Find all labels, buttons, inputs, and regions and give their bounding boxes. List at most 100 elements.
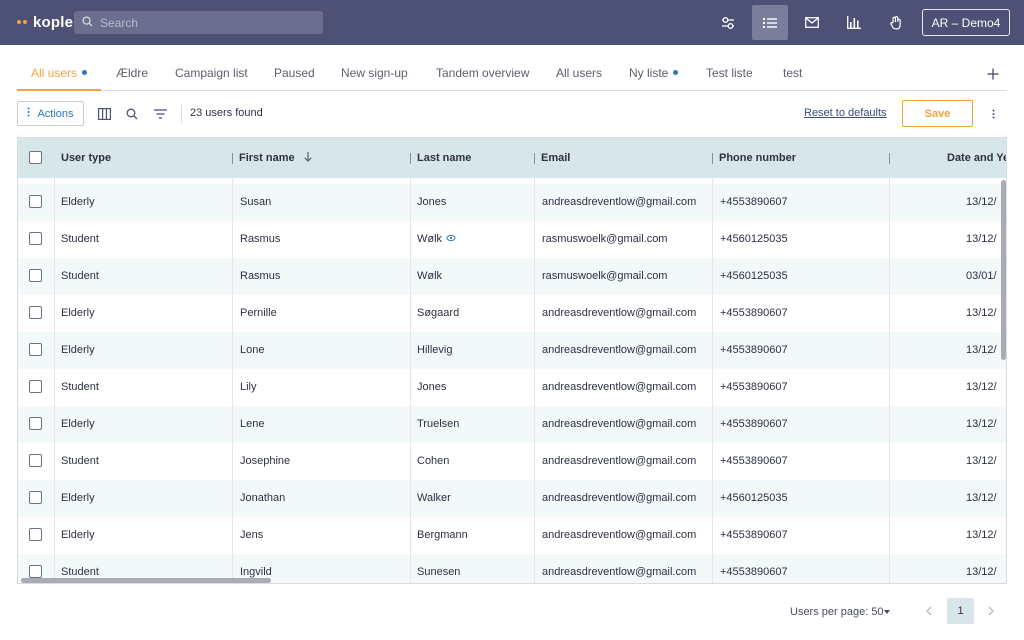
search-box[interactable] — [74, 11, 323, 34]
add-tab-icon[interactable] — [984, 65, 1002, 83]
row-checkbox[interactable] — [29, 343, 42, 356]
cell-last-name-text: Cohen — [417, 455, 450, 467]
row-checkbox[interactable] — [29, 195, 42, 208]
page-number-button[interactable]: 1 — [947, 598, 974, 624]
col-resize-handle[interactable] — [712, 153, 713, 164]
row-checkbox[interactable] — [29, 417, 42, 430]
table-row[interactable]: Elderly Jens Bergmann andreasdreventlow@gma… — [18, 517, 1006, 554]
cell-date-text: 13/12/ — [966, 233, 997, 245]
cell-phone: +4553890607 — [720, 295, 788, 332]
cell-last-name-text: Wølk — [417, 233, 443, 245]
col-resize-handle[interactable] — [232, 153, 233, 164]
row-checkbox[interactable] — [29, 232, 42, 245]
col-resize-handle[interactable] — [410, 153, 411, 164]
grid-header: User type First name Last name Email Pho… — [18, 138, 1006, 178]
vertical-scroll-thumb[interactable] — [1001, 180, 1006, 360]
table-row[interactable]: Elderly Susan Jones andreasdreventlow@gmail… — [18, 184, 1006, 221]
table-row[interactable]: Student Lily Jones andreasdreventlow@gmail.… — [18, 369, 1006, 406]
column-divider — [54, 178, 55, 583]
col-header-first-name[interactable]: First name — [239, 138, 312, 178]
columns-icon[interactable] — [95, 105, 113, 123]
bar-chart-icon[interactable] — [836, 5, 872, 40]
tab-test-liste[interactable]: Test liste — [706, 58, 753, 91]
select-all-checkbox[interactable] — [29, 151, 42, 164]
tab-all-users[interactable]: All users — [556, 58, 602, 91]
cell-first-name: Susan — [240, 184, 271, 221]
logo-dots — [17, 20, 29, 24]
tab-all-users[interactable]: All users — [17, 58, 102, 91]
col-header-label: Phone number — [719, 152, 797, 164]
cell-phone: +4560125035 — [720, 258, 788, 295]
tab-paused[interactable]: Paused — [274, 58, 315, 91]
users-per-page-select[interactable]: Users per page: 50 — [790, 606, 884, 618]
list-icon[interactable] — [752, 5, 788, 40]
table-row[interactable]: Elderly Lene Truelsen andreasdreventlow@gma… — [18, 406, 1006, 443]
users-count: 23 users found — [190, 107, 263, 119]
cell-last-name: Wølk — [417, 221, 456, 258]
cell-last-name-text: Walker — [417, 492, 451, 504]
row-checkbox[interactable] — [29, 380, 42, 393]
row-checkbox[interactable] — [29, 306, 42, 319]
tab-new-sign-up[interactable]: New sign-up — [341, 58, 408, 91]
col-resize-handle[interactable] — [889, 153, 890, 164]
row-checkbox[interactable] — [29, 528, 42, 541]
row-checkbox[interactable] — [29, 269, 42, 282]
vertical-scrollbar[interactable] — [1000, 178, 1006, 583]
col-header-phone[interactable]: Phone number — [719, 138, 796, 178]
col-resize-handle[interactable] — [534, 153, 535, 164]
chevron-right-icon[interactable] — [984, 604, 998, 618]
cell-last-name-text: Wølk — [417, 270, 443, 282]
col-header-date[interactable]: Date and Ye — [947, 138, 1006, 178]
cell-date-text: 13/12/ — [966, 492, 997, 504]
table-row[interactable]: Elderly Jonathan Walker andreasdreventlow@g… — [18, 480, 1006, 517]
filter-icon[interactable] — [151, 105, 169, 123]
save-button[interactable]: Save — [902, 100, 973, 127]
table-row[interactable]: Elderly Pernille Søgaard andreasdreventlow@… — [18, 295, 1006, 332]
tandem-link-icon[interactable] — [446, 233, 456, 245]
tab-ny-liste[interactable]: Ny liste — [629, 58, 679, 91]
horizontal-scroll-thumb[interactable] — [21, 578, 271, 583]
more-options-icon[interactable] — [985, 105, 1001, 123]
cell-date: 13/12/ — [966, 369, 997, 406]
reset-defaults-link[interactable]: Reset to defaults — [804, 107, 887, 119]
col-header-user-type[interactable]: User type — [61, 138, 111, 178]
table-row[interactable]: Student Rasmus Wølk rasmuswoelk@gmail.com +4… — [18, 258, 1006, 295]
row-checkbox[interactable] — [29, 491, 42, 504]
cell-phone: +4553890607 — [720, 184, 788, 221]
tab-test[interactable]: test — [783, 58, 802, 91]
search-grid-icon[interactable] — [123, 105, 141, 123]
column-divider — [232, 178, 233, 583]
cell-last-name-text: Bergmann — [417, 529, 468, 541]
horizontal-scrollbar[interactable] — [18, 576, 1000, 583]
hand-icon[interactable] — [878, 5, 914, 40]
account-button[interactable]: AR – Demo4 — [922, 9, 1010, 36]
cell-last-name-text: Truelsen — [417, 418, 460, 430]
table-row[interactable]: Student Josephine Cohen andreasdreventlow@g… — [18, 443, 1006, 480]
table-row[interactable]: Student Rasmus Wølk rasmuswoelk@gmail.com +4… — [18, 221, 1006, 258]
cell-last-name: Truelsen — [417, 406, 459, 443]
cell-email: andreasdreventlow@gmail.com — [542, 184, 696, 221]
tab-campaign-list[interactable]: Campaign list — [175, 58, 248, 91]
table-row[interactable]: Elderly Lone Hillevig andreasdreventlow@gma… — [18, 332, 1006, 369]
mail-icon[interactable] — [794, 5, 830, 40]
cell-first-name-text: Lene — [240, 418, 265, 430]
cell-email-text: andreasdreventlow@gmail.com — [542, 455, 697, 467]
tab-ældre[interactable]: Ældre — [116, 58, 148, 91]
cell-user-type: Student — [61, 443, 99, 480]
tab-label: Tandem overview — [436, 66, 530, 80]
cell-date-text: 13/12/ — [966, 455, 997, 467]
cell-date: 13/12/ — [966, 332, 997, 369]
settings-sliders-icon[interactable] — [710, 5, 746, 40]
tab-tandem-overview[interactable]: Tandem overview — [436, 58, 529, 91]
cell-first-name-text: Pernille — [240, 307, 277, 319]
col-header-email[interactable]: Email — [541, 138, 570, 178]
row-checkbox[interactable] — [29, 454, 42, 467]
kople-logo[interactable]: kople — [17, 13, 73, 31]
sort-arrow-down-icon[interactable] — [304, 152, 312, 165]
cell-email: rasmuswoelk@gmail.com — [542, 221, 667, 258]
caret-down-icon[interactable] — [884, 610, 890, 614]
chevron-left-icon[interactable] — [922, 604, 936, 618]
col-header-last-name[interactable]: Last name — [417, 138, 471, 178]
actions-button[interactable]: Actions — [17, 101, 84, 126]
search-input[interactable] — [100, 15, 310, 30]
